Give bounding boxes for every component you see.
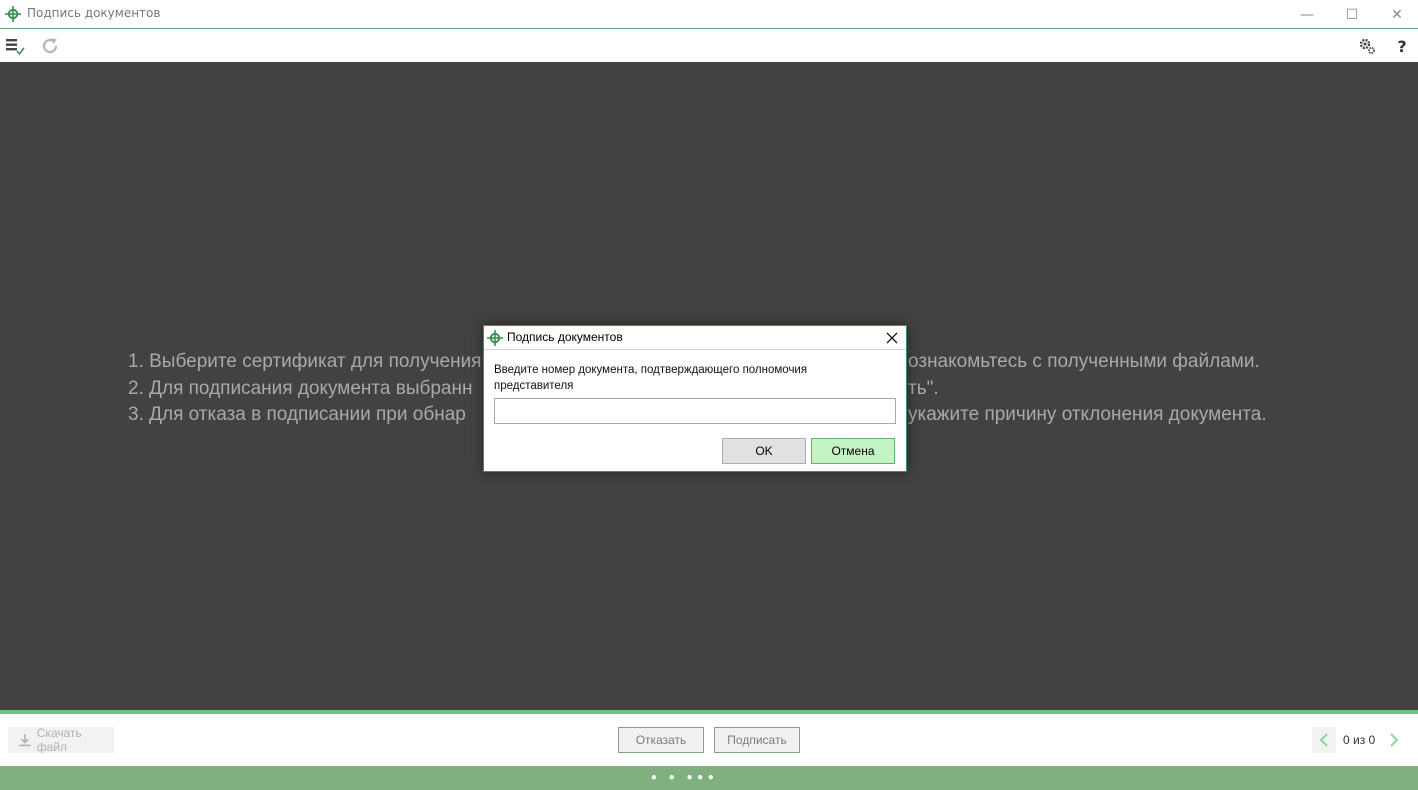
instructions-right: ознакомьтесь с полученными файлами. ть".…: [908, 349, 1267, 429]
chevron-left-icon: [1319, 733, 1328, 747]
minimize-button[interactable]: —: [1284, 0, 1330, 29]
maximize-icon: ☐: [1345, 6, 1359, 23]
gear-icon: [1359, 38, 1375, 54]
instruction-line-1-right: ознакомьтесь с полученными файлами.: [908, 351, 1260, 372]
instructions: 1. Выберите сертификат для получения 2. …: [128, 349, 481, 429]
instruction-line-1: 1. Выберите сертификат для получения: [128, 351, 482, 372]
help-icon: ?: [1397, 36, 1407, 56]
toolbar: ?: [0, 30, 1418, 62]
next-page-button[interactable]: [1382, 727, 1406, 753]
download-file-button[interactable]: Скачать файл: [8, 726, 114, 754]
instruction-line-2-right: ть".: [908, 377, 939, 399]
status-dots: • • •••: [650, 771, 718, 785]
settings-button[interactable]: [1355, 34, 1379, 58]
document-number-input[interactable]: [494, 398, 896, 424]
app-logo-icon: [487, 330, 503, 346]
close-icon: [886, 332, 898, 344]
maximize-button[interactable]: ☐: [1329, 0, 1375, 29]
input-dialog: Подпись документов Введите номер докумен…: [483, 325, 907, 472]
close-icon: ✕: [1391, 6, 1403, 23]
close-window-button[interactable]: ✕: [1374, 0, 1418, 29]
window-title: Подпись документов: [27, 6, 161, 20]
refresh-button[interactable]: [38, 34, 62, 58]
instruction-line-3: 3. Для отказа в подписании при обнар: [128, 404, 466, 425]
download-icon: [18, 734, 31, 747]
reject-button[interactable]: Отказать: [618, 727, 704, 753]
dialog-prompt: Введите номер документа, подтверждающего…: [494, 364, 808, 392]
help-button[interactable]: ?: [1390, 34, 1414, 58]
sign-button[interactable]: Подписать: [714, 727, 800, 753]
title-bar: Подпись документов — ☐ ✕: [0, 0, 1418, 29]
refresh-icon: [42, 38, 58, 54]
list-check-icon: [6, 39, 25, 56]
document-list-button[interactable]: [3, 34, 27, 58]
dialog-title-bar: Подпись документов: [484, 326, 906, 350]
dialog-title: Подпись документов: [507, 330, 623, 344]
chevron-right-icon: [1390, 733, 1399, 747]
main-window: Подпись документов — ☐ ✕ ? 1. Выберите с…: [0, 0, 1418, 790]
instruction-line-2: 2. Для подписания документа выбранн: [128, 377, 473, 399]
dialog-close-button[interactable]: [882, 328, 902, 348]
bottom-bar: Скачать файл Отказать Подписать 0 из 0: [0, 714, 1418, 766]
ok-button[interactable]: OK: [722, 438, 806, 464]
pager-counter: 0 из 0: [1343, 733, 1376, 747]
status-bar: • • •••: [0, 766, 1418, 790]
cancel-button[interactable]: Отмена: [811, 438, 895, 464]
minimize-icon: —: [1300, 6, 1314, 23]
instruction-line-3-right: укажите причину отклонения документа.: [908, 404, 1267, 425]
previous-page-button[interactable]: [1312, 727, 1336, 753]
app-logo-icon: [5, 6, 21, 22]
download-label: Скачать файл: [36, 726, 82, 754]
